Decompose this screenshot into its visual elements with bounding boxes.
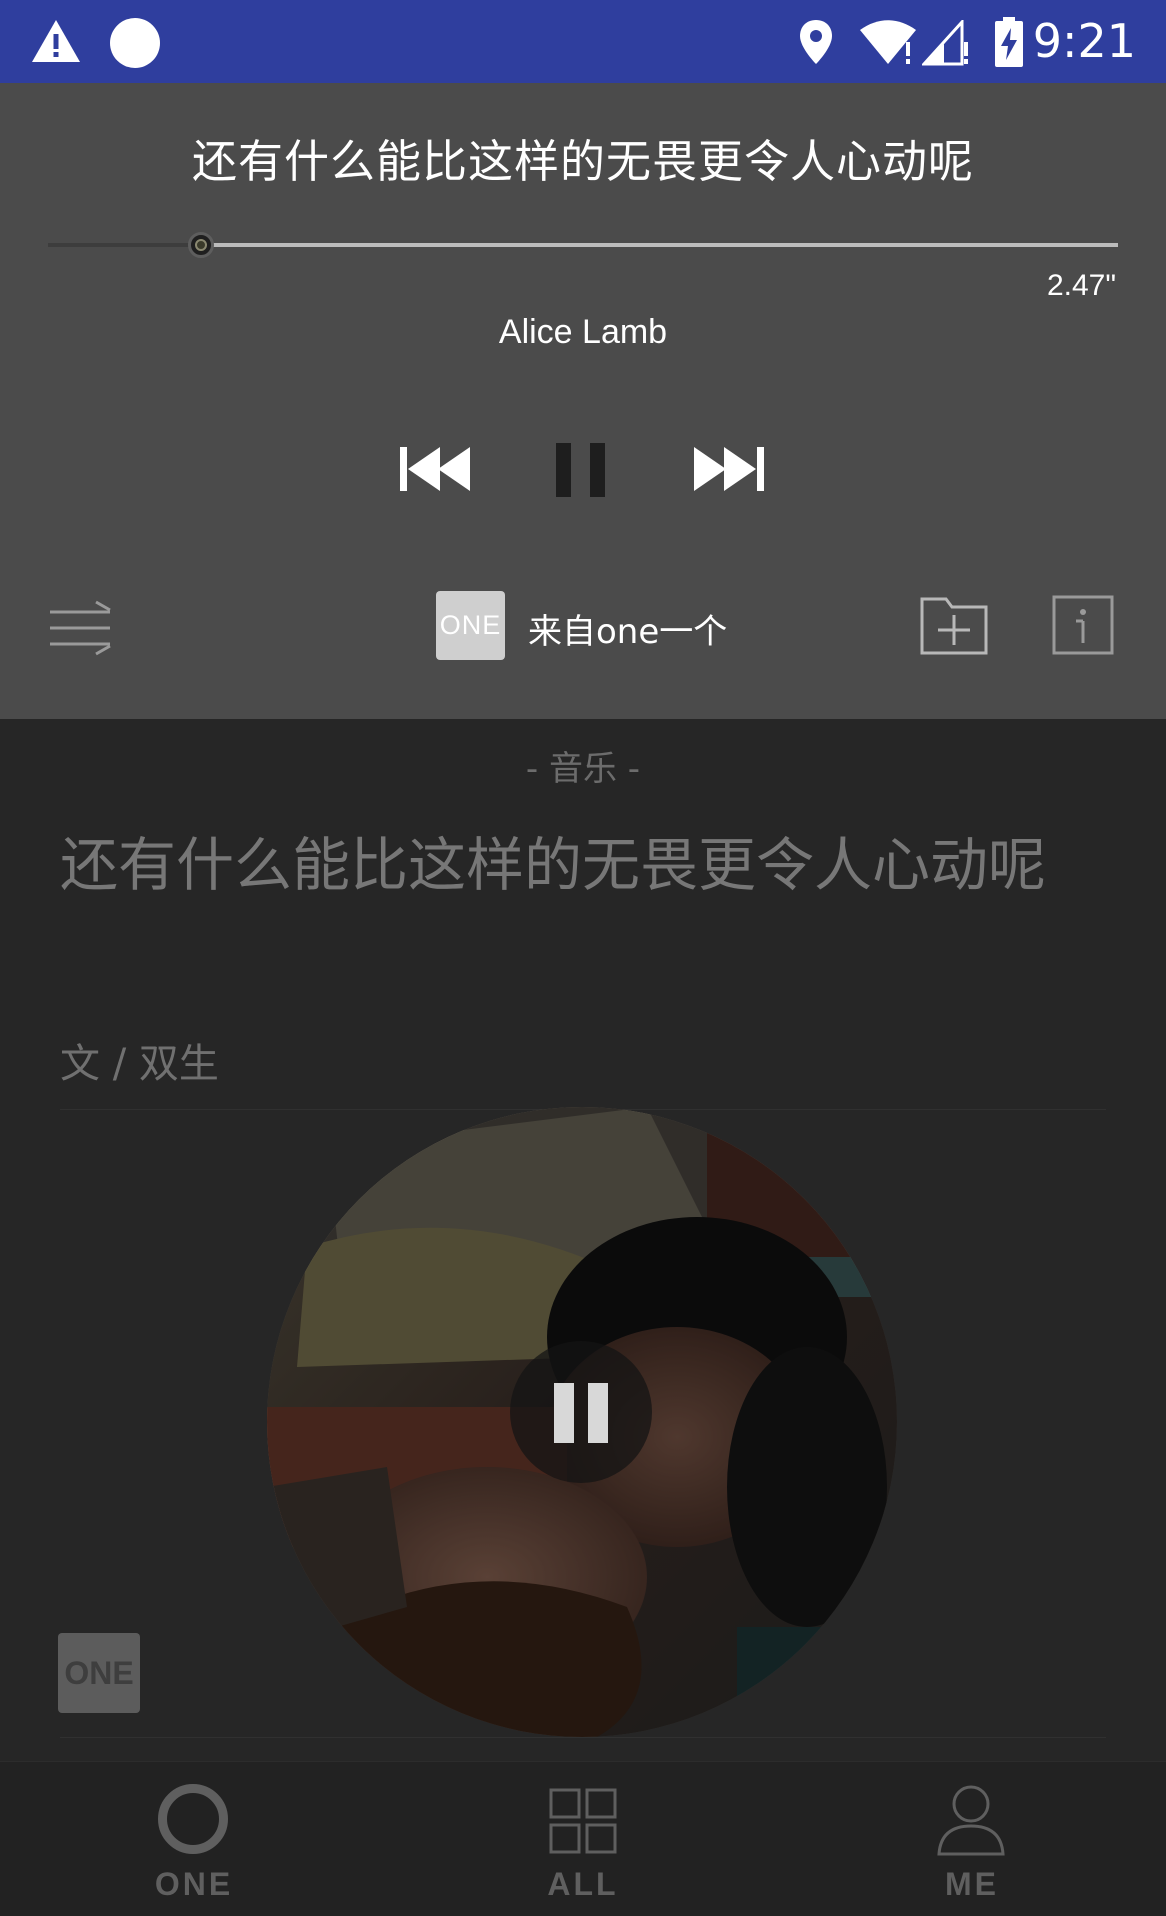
pause-bar	[588, 1383, 608, 1443]
clock: 9:21	[1032, 14, 1136, 68]
status-bar: 9:21	[0, 0, 1166, 83]
nav-item-me[interactable]: ME	[778, 1762, 1166, 1916]
next-icon[interactable]	[692, 445, 764, 493]
artist-name: Alice Lamb	[498, 313, 668, 351]
playlist-icon[interactable]	[48, 596, 112, 656]
one-logo: ONE	[58, 1633, 140, 1713]
nav-label: ME	[945, 1866, 999, 1902]
nav-label: ALL	[547, 1866, 619, 1902]
pause-bar	[556, 443, 571, 497]
progress-thumb[interactable]	[188, 232, 214, 258]
article-category: - 音乐 -	[525, 749, 641, 789]
progress-played	[48, 243, 201, 247]
grid-icon	[549, 1788, 617, 1854]
person-icon	[937, 1785, 1005, 1856]
source-badge: ONE	[436, 591, 505, 660]
circle-icon	[110, 18, 160, 68]
previous-icon[interactable]	[400, 445, 472, 493]
add-to-folder-icon[interactable]	[920, 595, 988, 655]
cover-pause-button[interactable]	[510, 1341, 652, 1483]
warning-icon	[32, 20, 80, 62]
pause-icon[interactable]	[556, 443, 608, 497]
song-title: 还有什么能比这样的无畏更令人心动呢	[191, 135, 974, 188]
source-label: 来自one一个	[528, 612, 728, 652]
article-content: - 音乐 - 还有什么能比这样的无畏更令人心动呢 文 / 双生 ONE	[0, 719, 1166, 1761]
nav-label: ONE	[154, 1866, 234, 1902]
duration-label: 2.47"	[1046, 269, 1116, 302]
player-panel: 还有什么能比这样的无畏更令人心动呢 2.47" Alice Lamb ONE 来…	[0, 83, 1166, 719]
divider	[60, 1737, 1106, 1738]
progress-bar[interactable]	[48, 232, 1118, 258]
pause-bar	[590, 443, 605, 497]
nav-item-all[interactable]: ALL	[389, 1762, 777, 1916]
signal-icon	[922, 20, 968, 66]
battery-charging-icon	[995, 17, 1023, 67]
wifi-icon	[860, 20, 916, 64]
info-icon[interactable]	[1052, 595, 1114, 655]
nav-item-one[interactable]: ONE	[0, 1762, 388, 1916]
ring-icon	[158, 1784, 228, 1854]
pause-bar	[554, 1383, 574, 1443]
progress-remaining	[201, 243, 1118, 247]
bottom-nav: ONE ALL ME	[0, 1761, 1166, 1916]
location-icon	[800, 20, 832, 64]
article-title: 还有什么能比这样的无畏更令人心动呢	[60, 831, 1047, 899]
article-author: 文 / 双生	[60, 1041, 219, 1087]
